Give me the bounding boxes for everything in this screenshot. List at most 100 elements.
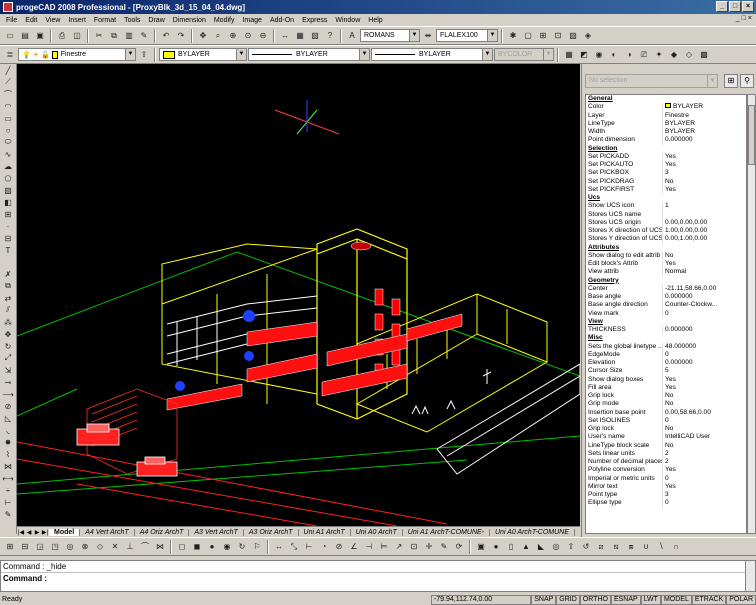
property-row[interactable]: Number of decimal places 2: [586, 458, 746, 467]
property-value[interactable]: Yes: [662, 482, 746, 491]
lengthen-icon[interactable]: ⟷: [0, 472, 16, 484]
tab-model[interactable]: Model: [49, 528, 81, 536]
move-icon[interactable]: ✥: [0, 328, 16, 340]
menu-add-on[interactable]: Add-On: [266, 17, 298, 24]
dim-tolerance-icon[interactable]: ⊡: [407, 540, 421, 554]
property-row[interactable]: LineType block scale No: [586, 441, 746, 450]
property-value[interactable]: 3: [662, 169, 746, 178]
material-icon[interactable]: ◆: [667, 48, 681, 62]
property-value[interactable]: Yes: [662, 260, 746, 269]
intersect-icon[interactable]: ∩: [669, 540, 683, 554]
dim-update-icon[interactable]: ⟳: [452, 540, 466, 554]
menu-insert[interactable]: Insert: [64, 17, 90, 24]
property-row[interactable]: Show UCS icon 1: [586, 202, 746, 211]
block-icon[interactable]: ▢: [521, 29, 535, 43]
property-row[interactable]: Insertion base point 0.00,58.66,0.00: [586, 408, 746, 417]
menu-draw[interactable]: Draw: [144, 17, 168, 24]
property-row[interactable]: Edit block's Attrib Yes: [586, 260, 746, 269]
polygon-icon[interactable]: ⬠: [0, 172, 16, 184]
subtract-icon[interactable]: ∖: [654, 540, 668, 554]
table-icon[interactable]: ⊟: [0, 232, 16, 244]
property-row[interactable]: Layer Finestre: [586, 111, 746, 120]
view-shade-icon[interactable]: ◼: [190, 540, 204, 554]
property-row[interactable]: Stores UCS name: [586, 210, 746, 219]
property-value[interactable]: Yes: [662, 383, 746, 392]
scale-icon[interactable]: ⤢: [0, 352, 16, 364]
mdi-minimize-button[interactable]: _: [736, 15, 740, 22]
explode-object-icon[interactable]: ✸: [0, 436, 16, 448]
property-row[interactable]: Ellipse type 0: [586, 499, 746, 508]
tab-prev-icon[interactable]: ◀: [25, 529, 33, 536]
solid-torus-icon[interactable]: ◎: [549, 540, 563, 554]
property-value[interactable]: Yes: [662, 375, 746, 384]
print-preview-icon[interactable]: ◫: [70, 29, 84, 43]
property-row[interactable]: View mark 0: [586, 309, 746, 318]
property-value[interactable]: No: [662, 400, 746, 409]
edit-text-icon[interactable]: ✎: [0, 508, 16, 520]
property-value[interactable]: 48.000000: [662, 342, 746, 351]
render-icon[interactable]: ◉: [592, 48, 606, 62]
property-value[interactable]: IntelliCAD User: [662, 433, 746, 442]
tab-last-icon[interactable]: ▶|: [41, 529, 49, 536]
lwt-toggle[interactable]: LWT: [640, 594, 661, 605]
line-icon[interactable]: ╱: [0, 64, 16, 76]
spline-icon[interactable]: ∿: [0, 148, 16, 160]
snap-intersection-icon[interactable]: ✕: [108, 540, 122, 554]
layer-icon[interactable]: ◈: [581, 29, 595, 43]
zoom-icon[interactable]: ⌕: [211, 29, 225, 43]
property-row[interactable]: User's name IntelliCAD User: [586, 433, 746, 442]
snap-toggle[interactable]: SNAP: [531, 594, 557, 605]
new-icon[interactable]: ▭: [3, 29, 17, 43]
dim-edit-icon[interactable]: ✎: [437, 540, 451, 554]
property-row[interactable]: Elevation 0.000000: [586, 359, 746, 368]
copy-object-icon[interactable]: ⧉: [0, 280, 16, 292]
snap-quadrant-icon[interactable]: ◇: [93, 540, 107, 554]
menu-help[interactable]: Help: [364, 17, 386, 24]
zoom-extents-icon[interactable]: ⊙: [241, 29, 255, 43]
property-value[interactable]: No: [662, 177, 746, 186]
property-row[interactable]: Sets linear units 2: [586, 449, 746, 458]
snap-perpendicular-icon[interactable]: ⊥: [123, 540, 137, 554]
property-value[interactable]: 0.00,58.66,0.00: [662, 408, 746, 417]
rectangle-icon[interactable]: ▭: [0, 112, 16, 124]
solid-sphere-icon[interactable]: ●: [489, 540, 503, 554]
property-value[interactable]: 0: [662, 350, 746, 359]
background-icon[interactable]: ▩: [697, 48, 711, 62]
command-scrollbar[interactable]: [745, 561, 755, 591]
cut-icon[interactable]: ✂: [92, 29, 106, 43]
property-row[interactable]: Grip lock No: [586, 392, 746, 401]
property-value[interactable]: 0: [662, 474, 746, 483]
region-icon[interactable]: ◧: [0, 196, 16, 208]
property-value[interactable]: -21.11,58.66,0.00: [662, 284, 746, 293]
property-row[interactable]: Width BYLAYER: [586, 128, 746, 137]
property-row[interactable]: View attrib Normal: [586, 268, 746, 277]
open-icon[interactable]: ▤: [18, 29, 32, 43]
layer-select[interactable]: 💡 ☀ 🔓 Finestre ▼: [18, 48, 136, 61]
menu-tools[interactable]: Tools: [120, 17, 144, 24]
zoom-previous-icon[interactable]: ⊖: [256, 29, 270, 43]
view-top-icon[interactable]: ◻: [175, 540, 189, 554]
snap-endpoint-icon[interactable]: ◲: [33, 540, 47, 554]
infinite-line-icon[interactable]: ⟋: [0, 76, 16, 88]
chamfer-icon[interactable]: ◺: [0, 412, 16, 424]
fillet-icon[interactable]: ◟: [0, 424, 16, 436]
explode-icon[interactable]: ✱: [506, 29, 520, 43]
menu-dimension[interactable]: Dimension: [169, 17, 210, 24]
text-style-select[interactable]: ROMANS ▼: [360, 29, 420, 42]
revolve-icon[interactable]: ↺: [579, 540, 593, 554]
property-value[interactable]: No: [662, 425, 746, 434]
tab-uni-a0[interactable]: Uni A0 ArchT: [351, 528, 403, 536]
dim-style-select[interactable]: FLALEX100 ▼: [436, 29, 498, 42]
polyline-icon[interactable]: ⌒: [0, 88, 16, 100]
property-row[interactable]: Sets the global linetype ... 48.000000: [586, 342, 746, 351]
design-center-icon[interactable]: ▧: [308, 29, 322, 43]
property-row[interactable]: Base angle direction Counter-Clockw...: [586, 301, 746, 310]
make-current-layer-icon[interactable]: ⇪: [137, 48, 151, 62]
tab-next-icon[interactable]: ▶: [33, 529, 41, 536]
dim-baseline-icon[interactable]: ⊣: [362, 540, 376, 554]
dim-aligned-icon[interactable]: ⤡: [287, 540, 301, 554]
maximize-button[interactable]: □: [729, 1, 741, 12]
property-row[interactable]: Set PICKADD Yes: [586, 152, 746, 161]
property-row[interactable]: Polyline conversion Yes: [586, 466, 746, 475]
view-sphere-icon[interactable]: ◉: [220, 540, 234, 554]
